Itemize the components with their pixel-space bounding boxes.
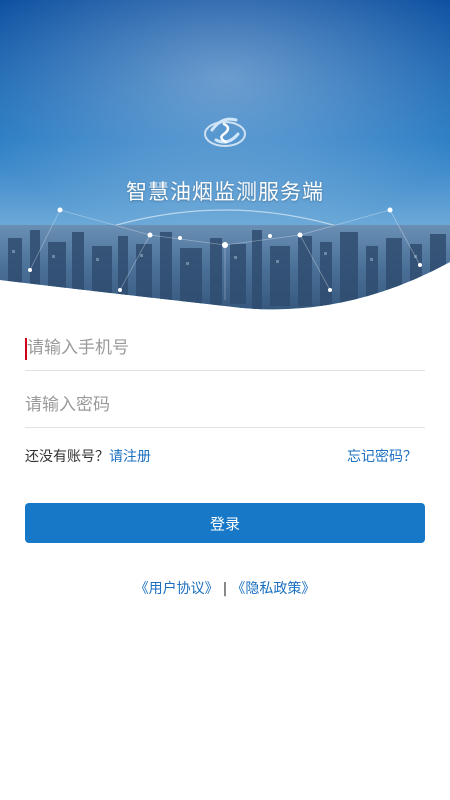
login-button[interactable]: 登录 (25, 503, 425, 543)
no-account-prompt: 还没有账号？请注册 (25, 446, 151, 466)
password-field-container (25, 383, 425, 428)
login-screen: 智慧油烟监测服务端 还没有账号？请注册 忘记密码？ 登录 《用户协议》|《隐私政… (0, 0, 450, 800)
register-link[interactable]: 请注册 (109, 449, 151, 465)
app-logo-icon (204, 117, 246, 147)
agreements-separator: | (222, 581, 228, 597)
no-account-text: 还没有账号？ (25, 449, 109, 465)
user-agreement-link[interactable]: 《用户协议》 (135, 581, 219, 597)
account-links-row: 还没有账号？请注册 忘记密码？ (25, 440, 425, 470)
privacy-policy-link[interactable]: 《隐私政策》 (231, 581, 315, 597)
phone-input[interactable] (25, 326, 427, 370)
password-input[interactable] (25, 383, 425, 427)
header-banner: 智慧油烟监测服务端 (0, 0, 450, 310)
app-title: 智慧油烟监测服务端 (126, 180, 324, 204)
phone-field-container (25, 326, 427, 371)
forgot-password-link[interactable]: 忘记密码？ (347, 446, 417, 466)
banner-background (0, 0, 450, 310)
agreements-row: 《用户协议》 | 《隐私政策》 (0, 578, 450, 598)
login-form: 还没有账号？请注册 忘记密码？ (25, 326, 427, 470)
